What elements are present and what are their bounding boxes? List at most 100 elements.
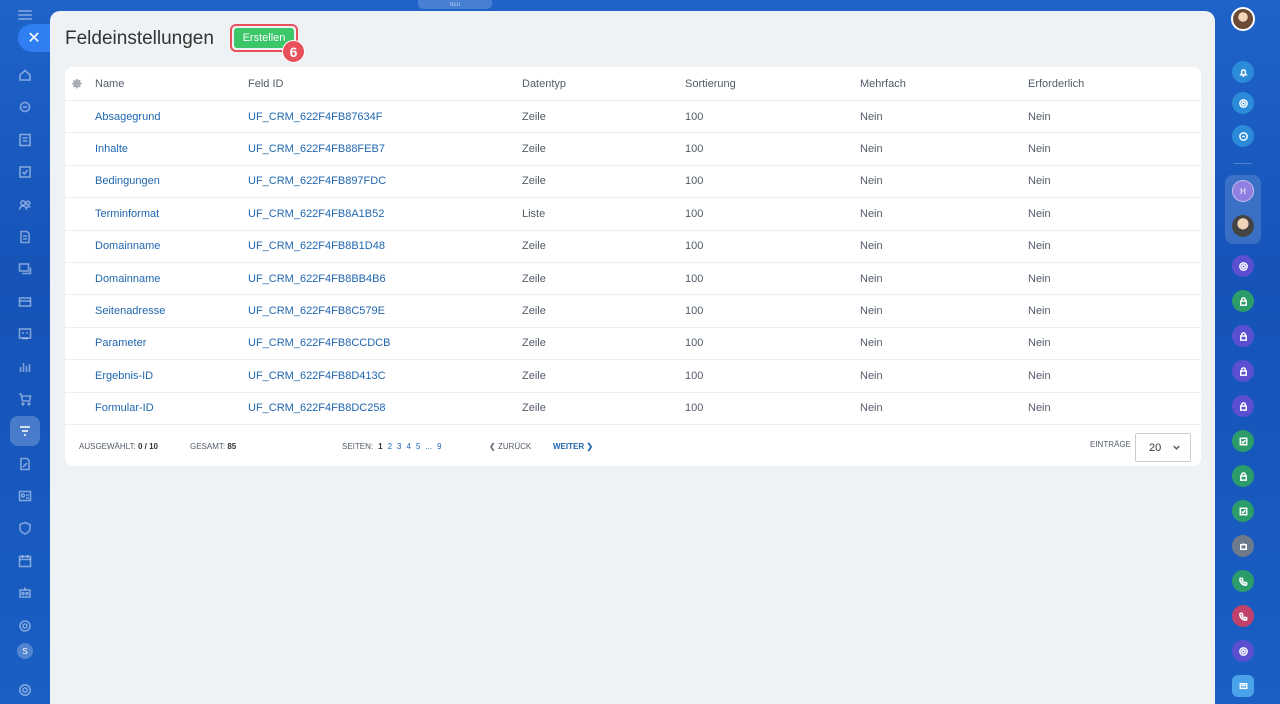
table-row[interactable]: Domainname UF_CRM_622F4FB8BB4B6 Zeile 100 Ne…	[65, 263, 1201, 296]
sidebar-item-robot[interactable]	[10, 578, 40, 608]
contact-avatar[interactable]	[1232, 215, 1254, 237]
column-header-field-id[interactable]: Feld ID	[248, 67, 283, 100]
column-header-multiple[interactable]: Mehrfach	[860, 67, 906, 100]
row-field-id[interactable]: UF_CRM_622F4FB8B1D48	[248, 231, 385, 262]
table-row[interactable]: Formular-ID UF_CRM_622F4FB8DC258 Zeile 100 N…	[65, 393, 1201, 425]
sidebar-item-cart[interactable]	[10, 384, 40, 414]
group-avatar[interactable]: H	[1232, 180, 1254, 202]
column-header-datatype[interactable]: Datentyp	[522, 67, 566, 100]
row-field-id[interactable]: UF_CRM_622F4FB8CCDCB	[248, 328, 390, 359]
sidebar-item-tasks[interactable]	[10, 125, 40, 155]
search-chat-icon[interactable]	[1232, 125, 1254, 147]
row-multiple: Nein	[860, 110, 883, 123]
table-row[interactable]: Absagegrund UF_CRM_622F4FB87634F Zeile 100 N…	[65, 101, 1201, 134]
messages-icon[interactable]	[1232, 675, 1254, 697]
robot-avatar[interactable]	[1232, 535, 1254, 557]
row-name[interactable]: Parameter	[95, 328, 146, 359]
page-link[interactable]: 3	[397, 442, 401, 451]
task-check-icon[interactable]	[1232, 430, 1254, 452]
close-button[interactable]: ✕	[18, 24, 50, 52]
page-link[interactable]: 9	[437, 442, 441, 451]
prev-page-link[interactable]: ❮ ZURÜCK	[489, 442, 531, 451]
bell-icon[interactable]	[1232, 61, 1254, 83]
sidebar-item-id-card[interactable]	[10, 481, 40, 511]
user-initial-badge[interactable]: S	[17, 643, 33, 660]
sidebar-item-card[interactable]	[10, 287, 40, 317]
page-link[interactable]: 1	[378, 442, 382, 451]
lock-icon[interactable]	[1232, 325, 1254, 347]
sidebar-item-contacts[interactable]	[10, 190, 40, 220]
row-sort: 100	[685, 175, 704, 188]
task-check-icon[interactable]	[1232, 500, 1254, 522]
row-field-id[interactable]: UF_CRM_622F4FB897FDC	[248, 166, 386, 197]
page-link[interactable]: 5	[416, 442, 420, 451]
sidebar-item-sign[interactable]	[10, 449, 40, 479]
sidebar-item-home[interactable]	[10, 60, 40, 90]
copilot-icon[interactable]	[1232, 640, 1254, 662]
sidebar-item-shield[interactable]	[10, 513, 40, 543]
table-row[interactable]: Seitenadresse UF_CRM_622F4FB8C579E Zeile 10…	[65, 295, 1201, 328]
table-row[interactable]: Terminformat UF_CRM_622F4FB8A1B52 Liste 100…	[65, 198, 1201, 231]
table-row[interactable]: Inhalte UF_CRM_622F4FB88FEB7 Zeile 100 Nein N…	[65, 133, 1201, 166]
page-link[interactable]: 2	[388, 442, 392, 451]
menu-icon[interactable]	[18, 10, 32, 20]
lock-icon[interactable]	[1232, 395, 1254, 417]
analytics-icon	[19, 362, 31, 372]
row-name[interactable]: Absagegrund	[95, 101, 160, 132]
fields-table: Name Feld ID Datentyp Sortierung Mehrfac…	[65, 67, 1201, 466]
sidebar-item-chat[interactable]	[10, 254, 40, 284]
row-field-id[interactable]: UF_CRM_622F4FB8D413C	[248, 360, 386, 391]
row-name[interactable]: Bedingungen	[95, 166, 160, 197]
row-field-id[interactable]: UF_CRM_622F4FB87634F	[248, 101, 383, 132]
row-datatype: Zeile	[522, 305, 546, 318]
row-name[interactable]: Domainname	[95, 231, 160, 262]
row-field-id[interactable]: UF_CRM_622F4FB8C579E	[248, 295, 385, 326]
sidebar-item-filter[interactable]	[10, 416, 40, 447]
row-multiple: Nein	[860, 402, 883, 415]
sidebar-item-documents[interactable]	[10, 222, 40, 252]
total-value: 85	[227, 442, 237, 451]
table-row[interactable]: Parameter UF_CRM_622F4FB8CCDCB Zeile 100 Nei…	[65, 328, 1201, 361]
row-name[interactable]: Ergebnis-ID	[95, 360, 153, 391]
sidebar-item-checkbox[interactable]	[10, 157, 40, 187]
sidebar-item-target[interactable]	[10, 611, 40, 641]
copilot-icon[interactable]	[1232, 92, 1254, 114]
row-name[interactable]: Terminformat	[95, 198, 159, 229]
home-icon	[19, 69, 31, 81]
chevron-down-icon	[1173, 445, 1180, 450]
settings-button[interactable]	[10, 675, 40, 704]
table-row[interactable]: Bedingungen UF_CRM_622F4FB897FDC Zeile 100 N…	[65, 166, 1201, 199]
row-field-id[interactable]: UF_CRM_622F4FB8DC258	[248, 393, 386, 424]
row-required: Nein	[1028, 272, 1051, 285]
sidebar-item-calendar[interactable]	[10, 546, 40, 576]
top-tab[interactable]: NEU	[418, 0, 492, 9]
lock-icon[interactable]	[1232, 290, 1254, 312]
table-row[interactable]: Ergebnis-ID UF_CRM_622F4FB8D413C Zeile 100 N…	[65, 360, 1201, 393]
phone-icon[interactable]	[1232, 605, 1254, 627]
row-name[interactable]: Seitenadresse	[95, 295, 165, 326]
lock-icon[interactable]	[1232, 360, 1254, 382]
sidebar-item-terminal[interactable]	[10, 319, 40, 349]
lock-icon[interactable]	[1232, 465, 1254, 487]
copilot-chat-icon[interactable]	[1232, 255, 1254, 277]
page-link[interactable]: 4	[406, 442, 410, 451]
row-required: Nein	[1028, 369, 1051, 382]
settings-gear-icon[interactable]	[72, 67, 83, 100]
next-page-link[interactable]: WEITER ❯	[553, 442, 593, 451]
sidebar-item-feed[interactable]	[10, 92, 40, 122]
row-name[interactable]: Domainname	[95, 263, 160, 294]
sidebar-item-analytics[interactable]	[10, 352, 40, 382]
row-field-id[interactable]: UF_CRM_622F4FB8BB4B6	[248, 263, 386, 294]
row-name[interactable]: Formular-ID	[95, 393, 154, 424]
column-header-required[interactable]: Erforderlich	[1028, 67, 1084, 100]
row-name[interactable]: Inhalte	[95, 133, 128, 164]
table-footer: AUSGEWÄHLT: 0 / 10 GESAMT: 85 SEITEN: 1 2 3…	[65, 426, 1201, 466]
entries-select[interactable]: 20	[1135, 433, 1191, 462]
row-field-id[interactable]: UF_CRM_622F4FB88FEB7	[248, 133, 385, 164]
table-row[interactable]: Domainname UF_CRM_622F4FB8B1D48 Zeile 100 Ne…	[65, 231, 1201, 263]
phone-icon[interactable]	[1232, 570, 1254, 592]
column-header-name[interactable]: Name	[95, 67, 124, 100]
row-field-id[interactable]: UF_CRM_622F4FB8A1B52	[248, 198, 384, 229]
column-header-sort[interactable]: Sortierung	[685, 67, 736, 100]
user-avatar[interactable]	[1231, 7, 1255, 31]
